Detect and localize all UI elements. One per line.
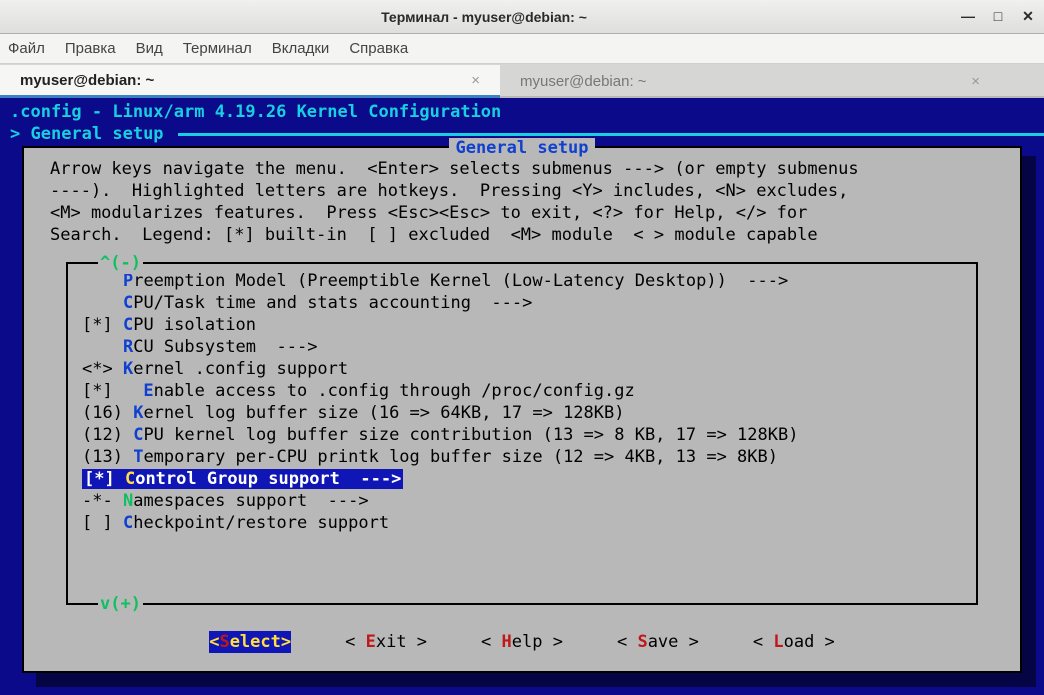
window-maximize-button[interactable]: □	[990, 8, 1006, 25]
menu-view[interactable]: Вид	[136, 40, 163, 57]
menu-help[interactable]: Справка	[349, 40, 408, 57]
menu-tabs[interactable]: Вкладки	[272, 40, 330, 57]
window-title: Терминал - myuser@debian: ~	[8, 9, 960, 25]
menu-item[interactable]: Preemption Model (Preemptible Kernel (Lo…	[68, 270, 976, 292]
nav-button[interactable]: < Help >	[481, 631, 563, 653]
tab-1[interactable]: myuser@debian: ~ ×	[0, 65, 500, 98]
menu-item[interactable]: -*- Namespaces support --->	[68, 490, 976, 512]
tabbar: myuser@debian: ~ × myuser@debian: ~ ×	[0, 64, 1044, 98]
menu-item[interactable]: (16) Kernel log buffer size (16 => 64KB,…	[68, 402, 976, 424]
config-header: .config - Linux/arm 4.19.26 Kernel Confi…	[0, 98, 1044, 123]
box-title: General setup	[449, 138, 594, 158]
breadcrumb-line	[178, 133, 1044, 136]
menuconfig-box: General setup Arrow keys navigate the me…	[22, 146, 1022, 673]
terminal-area[interactable]: .config - Linux/arm 4.19.26 Kernel Confi…	[0, 98, 1044, 695]
shadow	[36, 673, 1036, 687]
menu-item[interactable]: [ ] Checkpoint/restore support	[68, 512, 976, 534]
menu-edit[interactable]: Правка	[65, 40, 116, 57]
menu-item[interactable]: [*] Control Group support --->	[68, 468, 976, 490]
help-text: Arrow keys navigate the menu. <Enter> se…	[24, 148, 1020, 252]
menu-item[interactable]: [*] Enable access to .config through /pr…	[68, 380, 976, 402]
tab-label: myuser@debian: ~	[520, 73, 647, 90]
shadow	[1022, 156, 1036, 687]
tab-close-icon[interactable]: ×	[971, 73, 980, 90]
nav-button[interactable]: < Save >	[617, 631, 699, 653]
menu-item[interactable]: CPU/Task time and stats accounting --->	[68, 292, 976, 314]
nav-button[interactable]: <Select>	[209, 631, 291, 653]
menu-item[interactable]: (13) Temporary per-CPU printk log buffer…	[68, 446, 976, 468]
window-minimize-button[interactable]: —	[960, 8, 976, 25]
button-row: <Select> < Exit > < Help > < Save > < Load >	[24, 631, 1020, 653]
tab-label: myuser@debian: ~	[20, 72, 154, 89]
menu-terminal[interactable]: Терминал	[183, 40, 252, 57]
window-titlebar: Терминал - myuser@debian: ~ — □ ✕	[0, 0, 1044, 34]
menu-item[interactable]: [*] CPU isolation	[68, 314, 976, 336]
menu-item[interactable]: <*> Kernel .config support	[68, 358, 976, 380]
menu-file[interactable]: Файл	[8, 40, 45, 57]
scroll-up-indicator: ^(-)	[98, 252, 143, 274]
nav-button[interactable]: < Exit >	[345, 631, 427, 653]
menubar: Файл Правка Вид Терминал Вкладки Справка	[0, 34, 1044, 64]
scroll-down-indicator: v(+)	[98, 593, 143, 615]
nav-button[interactable]: < Load >	[753, 631, 835, 653]
tab-2[interactable]: myuser@debian: ~ ×	[500, 66, 1000, 96]
window-close-button[interactable]: ✕	[1020, 8, 1036, 25]
menu-item[interactable]: RCU Subsystem --->	[68, 336, 976, 358]
tab-close-icon[interactable]: ×	[471, 72, 480, 89]
menu-item-list: ^(-) Preemption Model (Preemptible Kerne…	[66, 262, 978, 605]
menu-item[interactable]: (12) CPU kernel log buffer size contribu…	[68, 424, 976, 446]
